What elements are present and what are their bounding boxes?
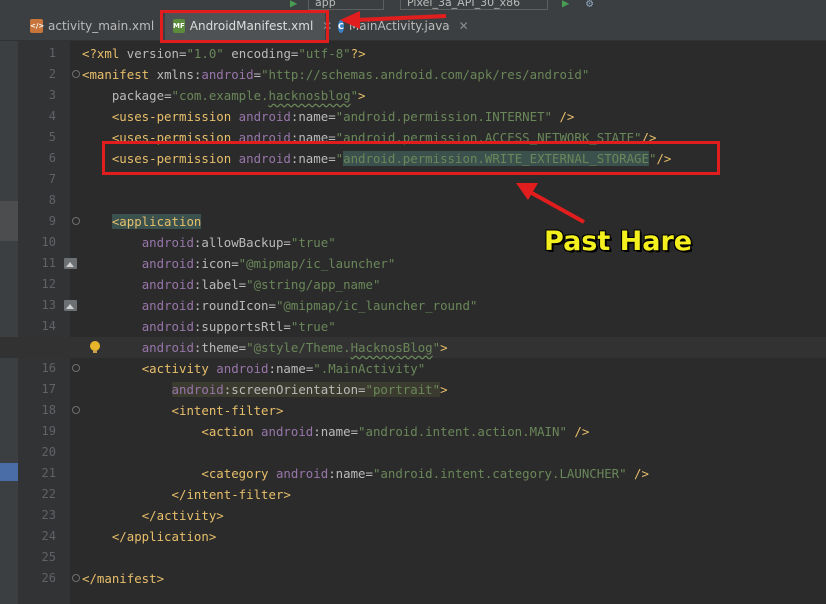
fold-marker-icon[interactable] (72, 70, 80, 78)
paste-here-note: Past Hare (544, 226, 693, 257)
arrow-to-tab (340, 11, 447, 29)
intention-bulb-icon[interactable] (90, 341, 100, 353)
fold-marker-icon[interactable] (72, 217, 80, 225)
fold-marker-icon[interactable] (72, 574, 80, 582)
fold-marker-icon[interactable] (72, 364, 80, 372)
arrow-to-permission (516, 183, 585, 224)
fold-marker-icon[interactable] (72, 406, 80, 414)
annotation-arrows (340, 11, 585, 224)
